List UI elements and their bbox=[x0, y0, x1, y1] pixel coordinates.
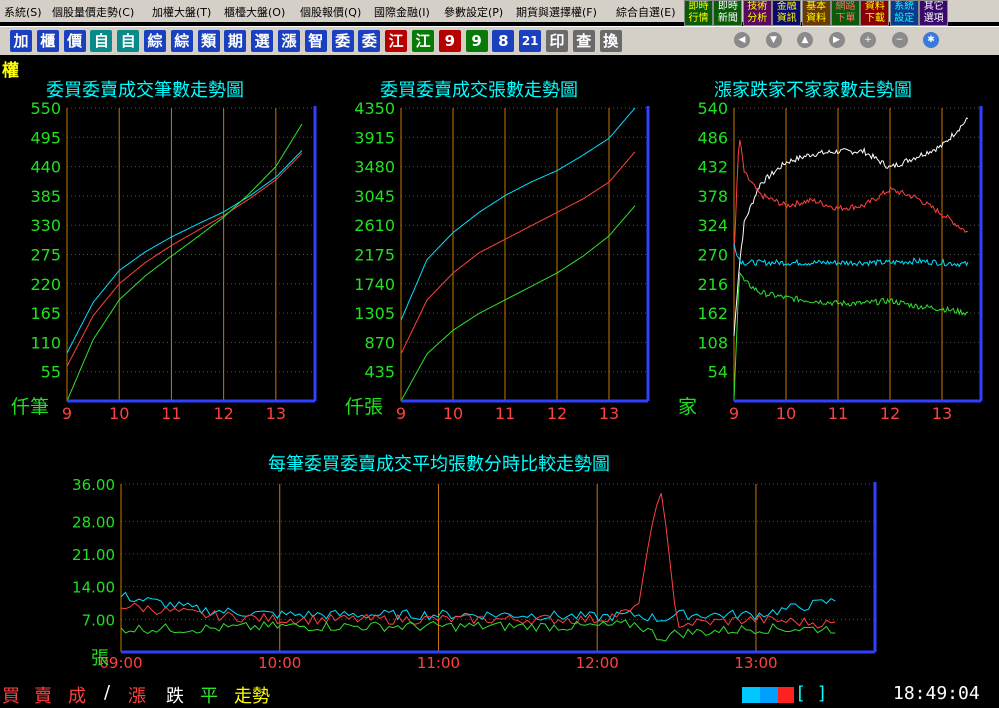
status-indicator bbox=[742, 687, 794, 703]
y-tick-label: 28.00 bbox=[72, 513, 115, 531]
footer-legend-item-4: 漲 bbox=[128, 686, 146, 707]
x-tick-label: 13:00 bbox=[734, 654, 777, 672]
series-line-0 bbox=[400, 107, 636, 321]
y-tick-label: 495 bbox=[30, 128, 61, 147]
y-tick-label: 435 bbox=[364, 363, 395, 382]
y-tick-label: 432 bbox=[697, 158, 728, 177]
footer-legend-item-2: 成 bbox=[68, 686, 86, 707]
y-tick-label: 165 bbox=[30, 304, 61, 323]
unit-label: 仟張 bbox=[345, 396, 383, 418]
y-tick-label: 110 bbox=[30, 333, 61, 352]
y-tick-label: 3045 bbox=[354, 187, 395, 206]
x-tick-label: 12 bbox=[547, 404, 567, 423]
series-line-0 bbox=[66, 150, 303, 354]
footer-legend: 買賣成 / 漲跌平走勢 bbox=[0, 680, 999, 707]
footer-legend-item-1: 賣 bbox=[34, 686, 52, 707]
series-line-2 bbox=[733, 243, 969, 268]
y-tick-label: 486 bbox=[697, 128, 728, 147]
x-tick-label: 13 bbox=[932, 404, 952, 423]
x-tick-label: 13 bbox=[599, 404, 619, 423]
y-tick-label: 440 bbox=[30, 158, 61, 177]
y-tick-label: 14.00 bbox=[72, 579, 115, 597]
y-tick-label: 540 bbox=[697, 99, 728, 118]
series-line-0 bbox=[733, 117, 969, 336]
x-tick-label: 11:00 bbox=[417, 654, 460, 672]
footer-legend-item-6: 平 bbox=[200, 686, 218, 707]
unit-label: 仟筆 bbox=[11, 396, 49, 418]
y-tick-label: 216 bbox=[697, 275, 728, 294]
x-tick-label: 10:00 bbox=[258, 654, 301, 672]
series-line-2 bbox=[66, 123, 303, 402]
y-tick-label: 162 bbox=[697, 304, 728, 323]
x-tick-label: 9 bbox=[729, 404, 739, 423]
x-tick-label: 12 bbox=[880, 404, 900, 423]
y-tick-label: 550 bbox=[30, 99, 61, 118]
y-tick-label: 108 bbox=[697, 333, 728, 352]
y-tick-label: 275 bbox=[30, 246, 61, 265]
footer-legend-item-3: / bbox=[104, 682, 111, 703]
y-tick-label: 54 bbox=[708, 363, 728, 382]
series-line-1 bbox=[733, 139, 969, 256]
y-tick-label: 870 bbox=[364, 333, 395, 352]
unit-label: 家 bbox=[678, 396, 697, 418]
series-line-1 bbox=[400, 151, 636, 355]
y-tick-label: 4350 bbox=[354, 99, 395, 118]
y-tick-label: 220 bbox=[30, 275, 61, 294]
y-tick-label: 2175 bbox=[354, 246, 395, 265]
footer-legend-item-0: 買 bbox=[2, 686, 20, 707]
y-tick-label: 3480 bbox=[354, 158, 395, 177]
unit-label: 張 bbox=[91, 648, 109, 669]
x-tick-label: 12 bbox=[213, 404, 233, 423]
x-tick-label: 10 bbox=[443, 404, 463, 423]
y-tick-label: 7.00 bbox=[82, 611, 115, 629]
x-tick-label: 11 bbox=[495, 404, 515, 423]
y-tick-label: 2610 bbox=[354, 216, 395, 235]
x-tick-label: 13 bbox=[266, 404, 286, 423]
y-tick-label: 385 bbox=[30, 187, 61, 206]
series-line-1 bbox=[66, 152, 303, 367]
y-tick-label: 378 bbox=[697, 187, 728, 206]
series-line-2 bbox=[120, 619, 836, 642]
x-tick-label: 11 bbox=[828, 404, 848, 423]
footer-legend-item-5: 跌 bbox=[166, 686, 184, 707]
y-tick-label: 36.00 bbox=[72, 476, 115, 494]
series-line-3 bbox=[733, 271, 969, 401]
x-tick-label: 9 bbox=[62, 404, 72, 423]
y-tick-label: 55 bbox=[41, 363, 61, 382]
x-tick-label: 9 bbox=[396, 404, 406, 423]
charts-canvas: 550 495 440 385 330 275 220 165 110 55 9 10 11 12 13 仟筆… bbox=[11, 99, 983, 672]
clock-bracket: [ ] bbox=[795, 683, 828, 704]
y-tick-label: 330 bbox=[30, 216, 61, 235]
x-tick-label: 12:00 bbox=[576, 654, 619, 672]
y-tick-label: 21.00 bbox=[72, 546, 115, 564]
x-tick-label: 10 bbox=[109, 404, 129, 423]
x-tick-label: 10 bbox=[776, 404, 796, 423]
y-tick-label: 270 bbox=[697, 246, 728, 265]
clock: 18:49:04 bbox=[893, 683, 980, 704]
y-tick-label: 1740 bbox=[354, 275, 395, 294]
y-tick-label: 3915 bbox=[354, 128, 395, 147]
x-tick-label: 11 bbox=[161, 404, 181, 423]
y-tick-label: 324 bbox=[697, 216, 728, 235]
y-tick-label: 1305 bbox=[354, 304, 395, 323]
footer-legend-item-7: 走勢 bbox=[234, 686, 270, 707]
